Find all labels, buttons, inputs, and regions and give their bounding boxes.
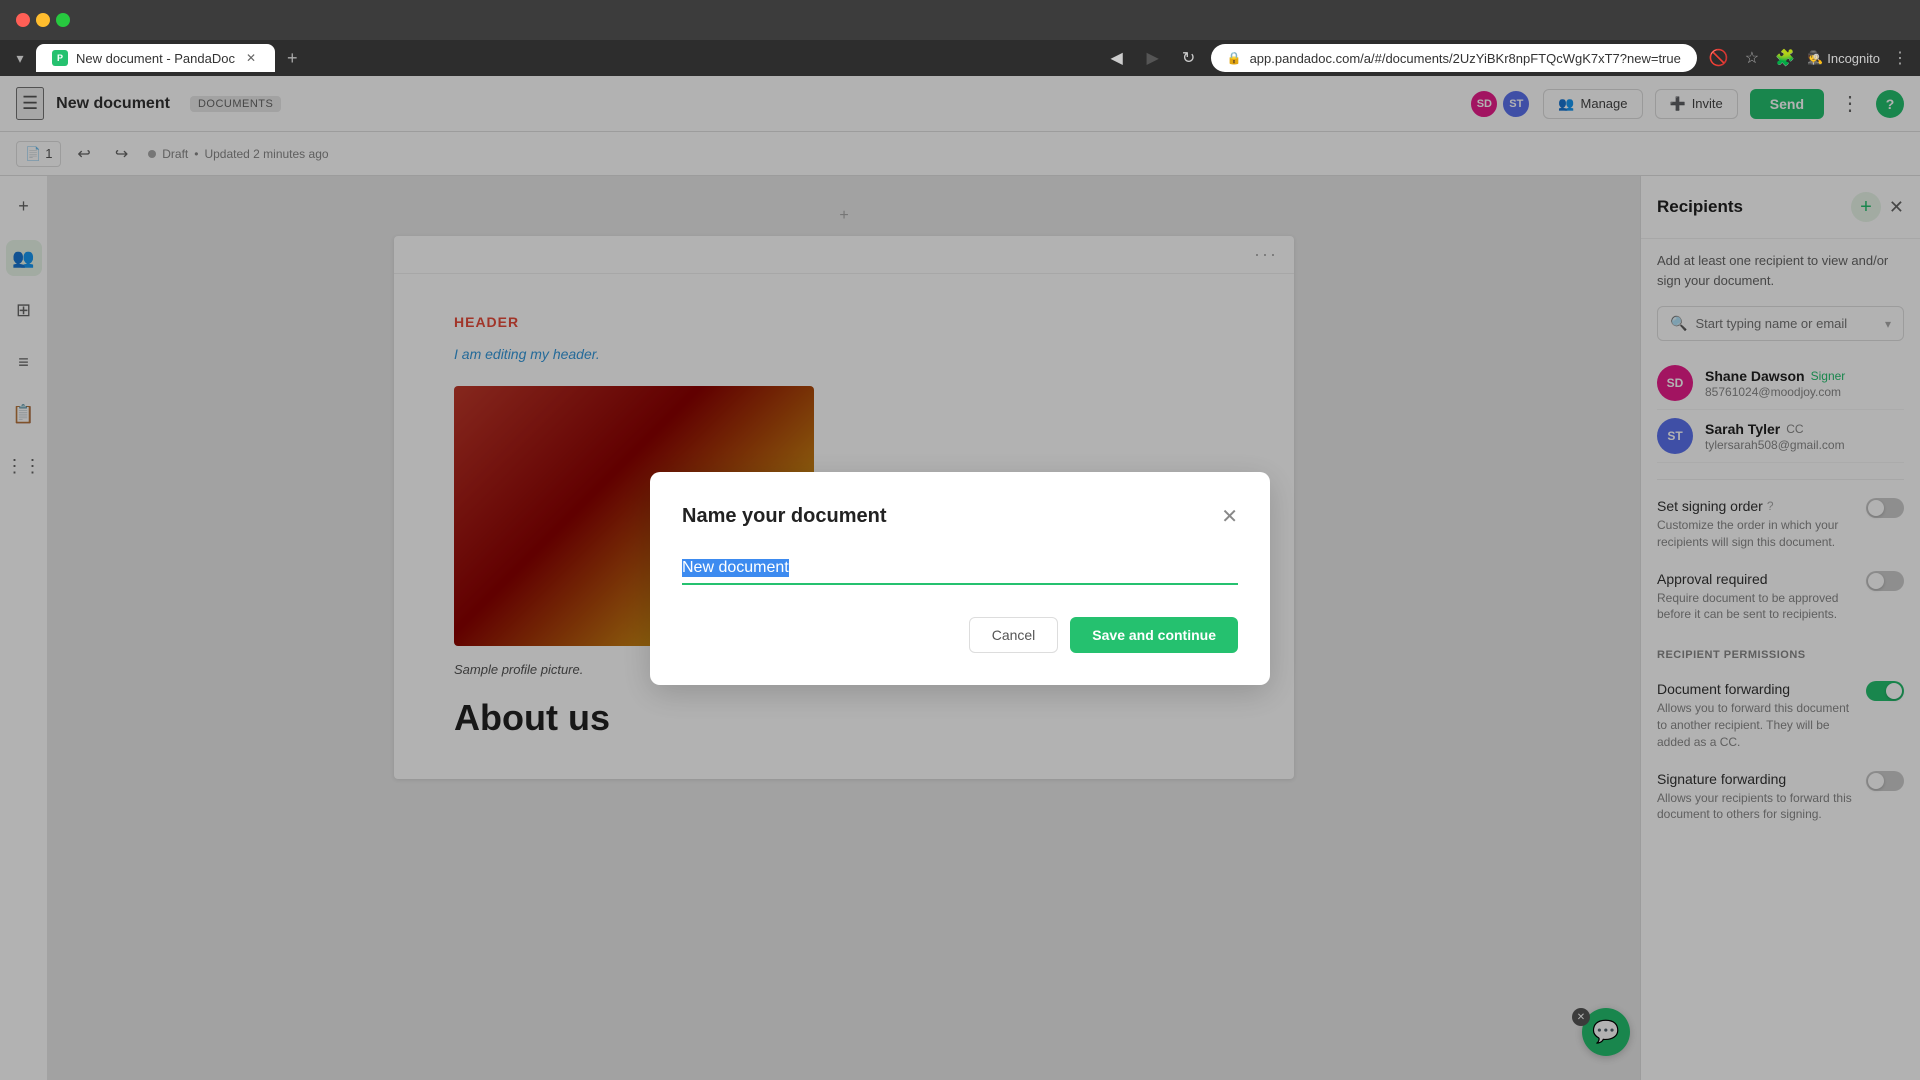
document-name-input[interactable] <box>682 553 1238 585</box>
modal-header: Name your document ✕ <box>682 504 1238 529</box>
modal-overlay: Name your document ✕ Cancel Save and con… <box>0 76 1920 1080</box>
reload-btn[interactable]: ↻ <box>1175 44 1203 72</box>
name-document-modal: Name your document ✕ Cancel Save and con… <box>650 472 1270 685</box>
window-maximize-btn[interactable] <box>56 13 70 27</box>
forward-btn[interactable]: ▶ <box>1139 44 1167 72</box>
eye-off-icon[interactable]: 🚫 <box>1705 44 1733 72</box>
window-minimize-btn[interactable] <box>36 13 50 27</box>
cancel-btn[interactable]: Cancel <box>969 617 1059 653</box>
active-tab[interactable]: P New document - PandaDoc ✕ <box>36 44 275 72</box>
url-bar[interactable]: 🔒 app.pandadoc.com/a/#/documents/2UzYiBK… <box>1211 44 1697 72</box>
tab-list-btn[interactable]: ▾ <box>8 46 32 70</box>
tab-close-btn[interactable]: ✕ <box>243 50 259 66</box>
extension-icon[interactable]: 🧩 <box>1771 44 1799 72</box>
save-continue-btn[interactable]: Save and continue <box>1070 617 1238 653</box>
bookmark-icon[interactable]: ☆ <box>1741 44 1763 72</box>
modal-title: Name your document <box>682 505 886 528</box>
window-close-btn[interactable] <box>16 13 30 27</box>
url-text: app.pandadoc.com/a/#/documents/2UzYiBKr8… <box>1250 51 1681 66</box>
tab-favicon: P <box>52 50 68 66</box>
browser-menu-btn[interactable]: ⋮ <box>1888 44 1912 72</box>
new-tab-btn[interactable]: + <box>279 44 306 73</box>
tab-title: New document - PandaDoc <box>76 51 235 66</box>
lock-icon: 🔒 <box>1227 51 1242 65</box>
modal-actions: Cancel Save and continue <box>682 617 1238 653</box>
modal-close-btn[interactable]: ✕ <box>1221 504 1238 529</box>
incognito-label: 🕵Incognito <box>1807 50 1880 66</box>
back-btn[interactable]: ◀ <box>1103 44 1131 72</box>
